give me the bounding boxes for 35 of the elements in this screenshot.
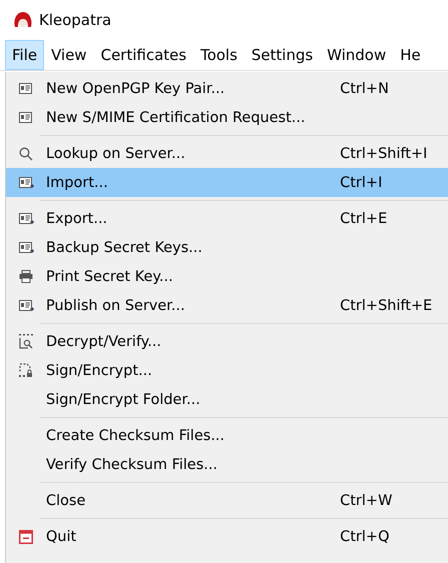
menu-bar-item[interactable]: He xyxy=(393,40,428,70)
menu-bar-item[interactable]: Settings xyxy=(244,40,320,70)
menu-item[interactable]: Import... Ctrl+I xyxy=(6,168,448,197)
menu-item[interactable]: Export... Ctrl+E xyxy=(6,204,448,233)
menu-item[interactable]: Lookup on Server... Ctrl+Shift+I xyxy=(6,139,448,168)
menu-item[interactable]: New S/MIME Certification Request... xyxy=(6,103,448,132)
menu-item[interactable]: Create Checksum Files... xyxy=(6,421,448,450)
menu-item[interactable]: Publish on Server... Ctrl+Shift+E xyxy=(6,291,448,320)
app-logo-icon xyxy=(13,11,33,29)
window-close-icon xyxy=(19,530,33,544)
menu-item[interactable]: Sign/Encrypt Folder... xyxy=(6,385,448,414)
certificate-icon xyxy=(18,212,34,224)
menu-bar-item[interactable]: Certificates xyxy=(94,40,194,70)
document-search-icon xyxy=(19,334,33,349)
menu-item[interactable]: Close Ctrl+W xyxy=(6,486,448,515)
menu-bar-item[interactable]: Window xyxy=(320,40,394,70)
certificate-icon xyxy=(18,176,34,188)
menu-item[interactable]: Backup Secret Keys... xyxy=(6,233,448,262)
menu-item[interactable]: Sign/Encrypt... xyxy=(6,356,448,385)
menu-item[interactable]: Quit Ctrl+Q xyxy=(6,522,448,551)
menu-bar-item[interactable]: Tools xyxy=(193,40,244,70)
search-icon xyxy=(19,146,33,160)
certificate-icon xyxy=(18,112,34,124)
menu-item[interactable]: Decrypt/Verify... xyxy=(6,327,448,356)
menu-bar-item[interactable]: View xyxy=(44,40,94,70)
menu-bar-item[interactable]: File xyxy=(5,40,44,70)
certificate-icon xyxy=(18,82,34,94)
window-title: Kleopatra xyxy=(39,11,112,29)
certificate-icon xyxy=(18,300,34,312)
certificate-icon xyxy=(18,242,34,254)
menu-item[interactable]: Print Secret Key... xyxy=(6,262,448,291)
menu-item[interactable]: New OpenPGP Key Pair... Ctrl+N xyxy=(6,74,448,103)
printer-icon xyxy=(19,270,33,283)
document-lock-icon xyxy=(19,363,33,378)
menu-item[interactable]: Verify Checksum Files... xyxy=(6,450,448,479)
